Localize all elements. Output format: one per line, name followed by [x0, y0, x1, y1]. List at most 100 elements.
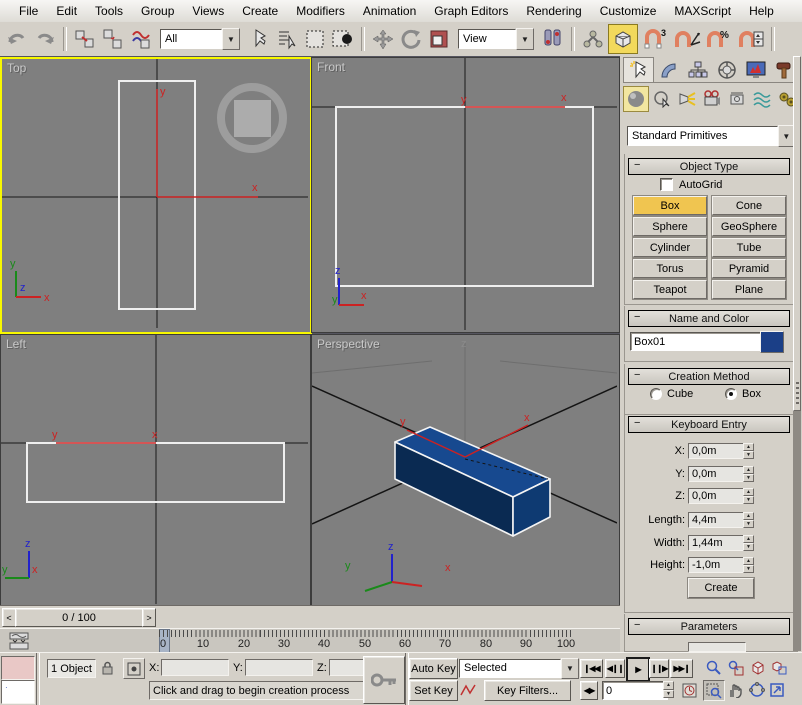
viewport-top[interactable]: y x y z x Top: [0, 57, 312, 334]
kbd-length-spinner[interactable]: ▲▼: [743, 512, 754, 528]
selection-lock-icon[interactable]: [99, 660, 115, 676]
current-frame-field[interactable]: [602, 681, 668, 700]
zoom-all-icon[interactable]: [726, 658, 746, 677]
menu-views[interactable]: Views: [183, 1, 233, 21]
kbd-x-spinner[interactable]: ▲▼: [743, 443, 754, 459]
viewport-top-label[interactable]: Top: [7, 61, 26, 75]
window-crossing-toggle-icon[interactable]: [330, 26, 356, 52]
object-button-plane[interactable]: Plane: [712, 280, 786, 299]
selection-set-combo[interactable]: Selected ▼: [459, 658, 579, 678]
select-and-move-icon[interactable]: [370, 26, 396, 52]
reference-coordinate-dropdown-icon[interactable]: ▼: [516, 28, 534, 50]
rectangular-selection-region-icon[interactable]: [302, 26, 328, 52]
menu-file[interactable]: File: [10, 1, 47, 21]
select-by-name-icon[interactable]: [274, 26, 300, 52]
menu-help[interactable]: Help: [740, 1, 783, 21]
region-zoom-icon[interactable]: [703, 680, 725, 701]
set-keys-big-button[interactable]: [363, 656, 405, 704]
go-to-end-button[interactable]: ▶▶❙: [670, 659, 693, 678]
menu-customize[interactable]: Customize: [591, 1, 666, 21]
autogrid-control[interactable]: AutoGrid: [660, 178, 722, 191]
viewport-left-label[interactable]: Left: [6, 337, 26, 351]
auto-key-button[interactable]: Auto Key: [409, 658, 458, 679]
spinner-snap-toggle-icon[interactable]: [736, 26, 766, 52]
object-button-teapot[interactable]: Teapot: [633, 280, 707, 299]
select-and-link-icon[interactable]: [72, 26, 98, 52]
menu-edit[interactable]: Edit: [47, 1, 86, 21]
object-button-pyramid[interactable]: Pyramid: [712, 259, 786, 278]
menu-animation[interactable]: Animation: [354, 1, 425, 21]
pan-hand-icon[interactable]: [725, 680, 745, 699]
arc-rotate-icon[interactable]: [747, 680, 767, 699]
object-button-torus[interactable]: Torus: [633, 259, 707, 278]
viewport-front[interactable]: y x z y x Front: [311, 57, 620, 333]
tab-create[interactable]: [623, 57, 654, 82]
play-button[interactable]: ▶: [626, 657, 650, 682]
undo-icon[interactable]: [4, 26, 30, 52]
menu-rendering[interactable]: Rendering: [517, 1, 590, 21]
selection-filter-combo[interactable]: All ▼: [160, 29, 240, 49]
track-bar[interactable]: 0 10 20 30 40 50 60 70 80 90 100: [0, 628, 620, 654]
time-slider-track[interactable]: < 0 / 100 >: [0, 605, 620, 628]
next-frame-button[interactable]: ❙❙▶: [649, 659, 669, 678]
category-space-warps-icon[interactable]: [751, 87, 774, 111]
category-shapes-icon[interactable]: [651, 87, 674, 111]
object-button-sphere[interactable]: Sphere: [633, 217, 707, 236]
autogrid-checkbox[interactable]: [660, 178, 673, 191]
go-to-start-button[interactable]: ❙◀◀: [580, 659, 603, 678]
key-mode-toggle-icon[interactable]: ◀▶: [580, 681, 598, 700]
object-button-cone[interactable]: Cone: [712, 196, 786, 215]
select-object-icon[interactable]: [246, 26, 272, 52]
kbd-y-field[interactable]: [688, 466, 746, 482]
menu-group[interactable]: Group: [132, 1, 183, 21]
bind-to-space-warp-icon[interactable]: [128, 26, 154, 52]
redo-icon[interactable]: [32, 26, 58, 52]
viewport-front-label[interactable]: Front: [317, 60, 345, 74]
y-coord-field[interactable]: [245, 659, 313, 676]
tab-modify[interactable]: [654, 57, 683, 82]
tab-display[interactable]: [741, 57, 770, 82]
category-helpers-icon[interactable]: [726, 87, 749, 111]
kbd-width-spinner[interactable]: ▲▼: [743, 535, 754, 551]
viewport-perspective[interactable]: z y x z y x Perspective: [311, 334, 620, 607]
time-slider-handle[interactable]: 0 / 100: [15, 608, 143, 627]
rollout-creation-method[interactable]: − Creation Method: [628, 368, 790, 385]
time-configuration-icon[interactable]: [680, 681, 698, 699]
subcategory-combo[interactable]: Standard Primitives ▼: [627, 126, 795, 146]
select-and-rotate-icon[interactable]: [398, 26, 424, 52]
kbd-z-field[interactable]: [688, 488, 746, 504]
tab-motion[interactable]: [712, 57, 741, 82]
reference-coordinate-combo[interactable]: View ▼: [458, 29, 534, 49]
viewport-perspective-label[interactable]: Perspective: [317, 337, 380, 351]
kbd-length-field[interactable]: [688, 512, 746, 528]
zoom-extents-all-icon[interactable]: [769, 658, 789, 677]
object-color-swatch[interactable]: [760, 331, 784, 353]
panel-scrollbar-thumb[interactable]: [793, 56, 801, 411]
set-key-button[interactable]: Set Key: [409, 680, 458, 701]
selection-filter-dropdown-icon[interactable]: ▼: [222, 28, 240, 50]
snaps-toggle-3d-icon[interactable]: [608, 24, 638, 54]
rollout-name-color[interactable]: − Name and Color: [628, 310, 790, 327]
zoom-extents-icon[interactable]: [748, 658, 768, 677]
rollout-parameters[interactable]: − Parameters: [628, 618, 790, 635]
angle-snap3-icon[interactable]: 3: [640, 26, 670, 52]
angle-snap-toggle-icon[interactable]: [672, 26, 702, 52]
menu-create[interactable]: Create: [233, 1, 287, 21]
object-button-geosphere[interactable]: GeoSphere: [712, 217, 786, 236]
menu-maxscript[interactable]: MAXScript: [665, 1, 740, 21]
rollout-keyboard-entry[interactable]: − Keyboard Entry: [628, 416, 790, 433]
time-slider-next[interactable]: >: [142, 608, 156, 627]
z-coord-field[interactable]: [329, 659, 367, 676]
time-slider-prev[interactable]: <: [2, 608, 16, 627]
select-and-manipulate-icon[interactable]: [580, 26, 606, 52]
key-filters-button[interactable]: Key Filters...: [484, 680, 571, 701]
category-cameras-icon[interactable]: [701, 87, 724, 111]
menu-modifiers[interactable]: Modifiers: [287, 1, 354, 21]
category-lights-icon[interactable]: [676, 87, 699, 111]
unlink-selection-icon[interactable]: [100, 26, 126, 52]
object-button-cylinder[interactable]: Cylinder: [633, 238, 707, 257]
default-tangent-icon[interactable]: [459, 681, 477, 699]
panel-scrollbar[interactable]: [793, 56, 801, 651]
radio-box[interactable]: Box: [725, 388, 761, 400]
object-button-tube[interactable]: Tube: [712, 238, 786, 257]
